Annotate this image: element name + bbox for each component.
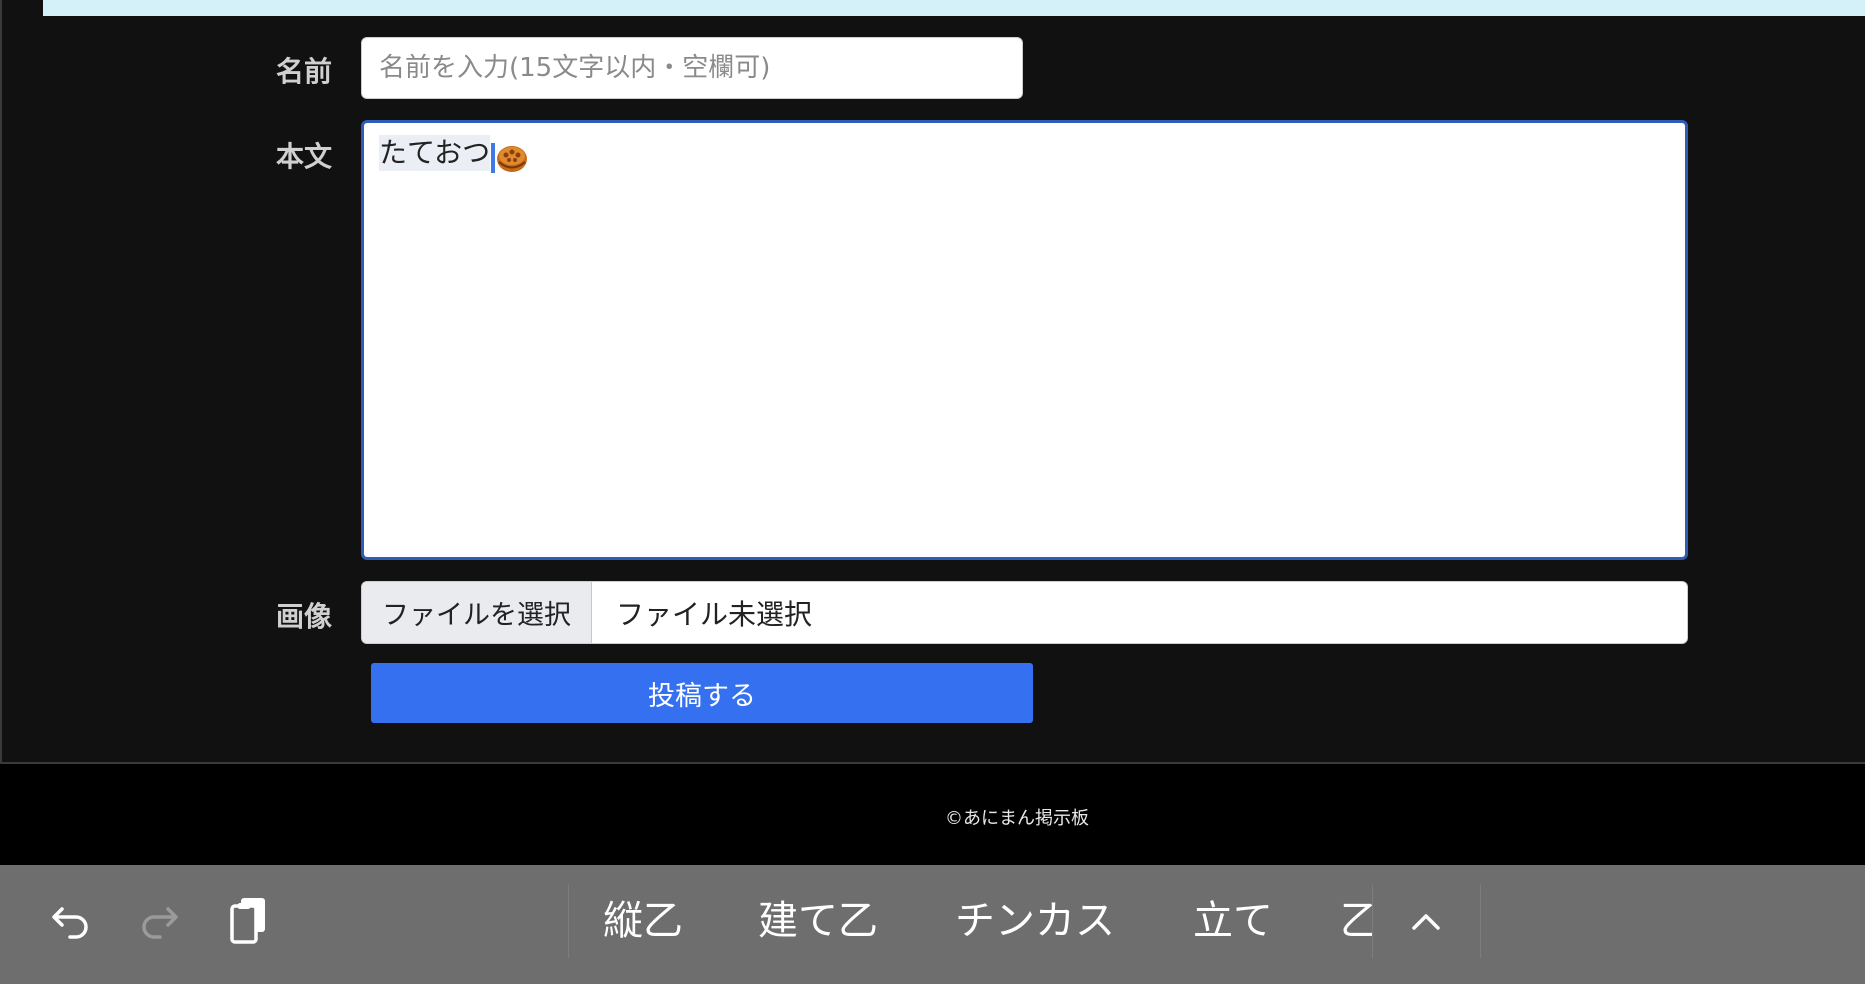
redo-icon[interactable]	[134, 895, 184, 945]
suggestion-5[interactable]: 乙	[1340, 893, 1372, 949]
footer	[0, 764, 1865, 864]
name-label: 名前	[275, 55, 332, 88]
file-status: ファイル未選択	[616, 597, 813, 631]
expand-suggestions-button[interactable]	[1372, 884, 1480, 958]
suggestion-divider-end	[1480, 884, 1481, 958]
copyright-text: ©あにまん掲示板	[945, 808, 1089, 829]
body-text: たておつ	[379, 135, 491, 171]
suggestion-4[interactable]: 立て	[1193, 893, 1273, 949]
text-caret	[491, 142, 496, 173]
body-textarea[interactable]: たておつ	[361, 120, 1688, 560]
name-input[interactable]	[361, 37, 1023, 99]
suggestion-2[interactable]: 建て乙	[758, 893, 878, 949]
file-input[interactable]: ファイルを選択 ファイル未選択	[361, 581, 1688, 644]
submit-button[interactable]: 投稿する	[371, 663, 1033, 723]
keyboard-toolbar	[0, 865, 1865, 984]
top-banner	[43, 0, 1865, 16]
body-label: 本文	[275, 140, 332, 173]
chevron-up-icon	[1412, 914, 1440, 930]
suggestion-divider	[568, 884, 569, 958]
suggestion-divider-right	[1372, 884, 1373, 958]
suggestion-3[interactable]: チンカス	[955, 893, 1115, 949]
image-label: 画像	[275, 600, 332, 633]
clipboard-icon[interactable]	[224, 895, 274, 945]
suggestion-1[interactable]: 縦乙	[603, 893, 683, 949]
suggestion-5-clip: 乙	[1340, 893, 1372, 949]
mooncake-icon	[496, 143, 528, 173]
undo-icon[interactable]	[46, 895, 96, 945]
choose-file-button[interactable]: ファイルを選択	[362, 582, 592, 643]
